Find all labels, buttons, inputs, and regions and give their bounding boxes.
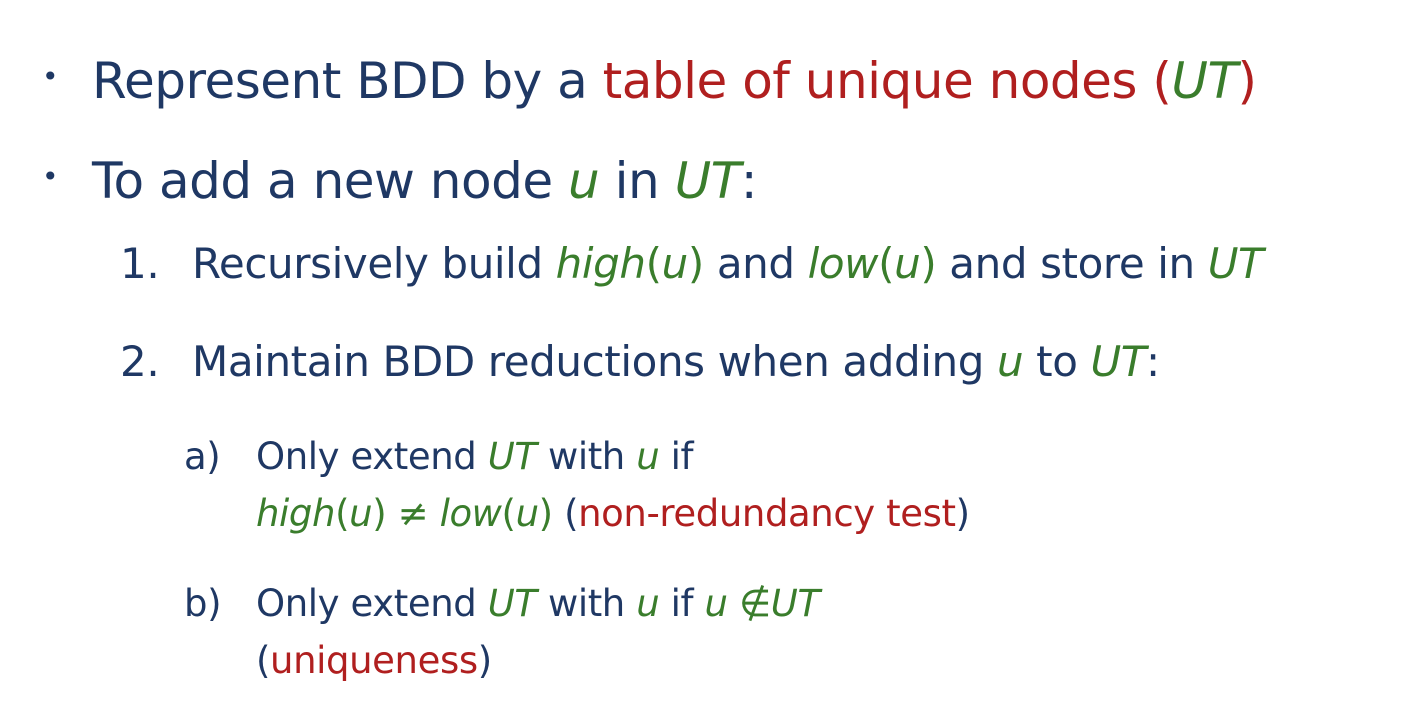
- sub-a-l2-part-5: ≠: [386, 492, 440, 535]
- item-1-part-12: UT: [1207, 239, 1264, 288]
- sub-a-l2-part-9: ): [538, 492, 553, 535]
- item-1-part-8: (: [878, 239, 895, 288]
- sub-a-l2-part-7: (: [501, 492, 516, 535]
- item-2-part-2: u: [996, 337, 1024, 386]
- sub-b-l1-part-3: with: [536, 582, 637, 625]
- sub-a-l1-part-4: u: [636, 435, 660, 478]
- sub-a-l2-part-12: ): [955, 492, 970, 535]
- sub-a-l2-part-11: non-redundancy test: [578, 492, 956, 535]
- sub-a-l1-part-2: UT: [487, 435, 537, 478]
- bullet-1-text: Represent BDD by a table of unique nodes…: [92, 56, 1257, 106]
- sub-b-l1-part-5: if: [659, 582, 705, 625]
- item-2-part-1: Maintain BDD reductions when adding: [192, 337, 997, 386]
- sub-b-line-2: (uniqueness): [256, 642, 492, 679]
- item-2-part-5: :: [1146, 337, 1160, 386]
- sub-b-l1-part-6: u: [704, 582, 728, 625]
- item-1-part-4: u: [661, 239, 689, 288]
- item-1-part-2: high: [555, 239, 646, 288]
- bullet-2-part-b: u: [568, 152, 600, 210]
- bullet-2-part-d: UT: [674, 152, 742, 210]
- bullet-2-text: To add a new node u in UT:: [92, 156, 758, 206]
- sub-a-l2-part-10: (: [552, 492, 579, 535]
- sub-a-line-2: high(u) ≠ low(u) (non-redundancy test): [256, 495, 970, 532]
- sub-b-l2-part-3: ): [477, 639, 492, 682]
- item-2-text: Maintain BDD reductions when adding u to…: [192, 341, 1160, 383]
- sub-a-l2-part-1: high: [256, 492, 336, 535]
- bullet-1-part-a: Represent BDD by a: [92, 52, 603, 110]
- item-1-part-10: ): [920, 239, 937, 288]
- bullet-1-part-c: UT: [1171, 52, 1238, 110]
- item-1-part-1: Recursively build: [192, 239, 556, 288]
- sub-a-l1-part-3: with: [536, 435, 637, 478]
- sub-a-l2-part-2: (: [335, 492, 350, 535]
- bullet-2-part-c: in: [599, 152, 675, 210]
- bullet-2-part-a: To add a new node: [92, 152, 568, 210]
- bullet-1-part-d: ): [1237, 52, 1258, 110]
- bullet-marker-1: •: [42, 60, 59, 93]
- sub-b-label: b): [184, 582, 222, 625]
- item-2-part-3: to: [1023, 337, 1091, 386]
- sub-b-l1-part-7: ∉: [727, 582, 771, 625]
- item-1-part-5: ): [687, 239, 704, 288]
- sub-a-l2-part-6: low: [439, 492, 502, 535]
- item-1-part-6: and: [703, 239, 808, 288]
- item-1-text: Recursively build high(u) and low(u) and…: [192, 243, 1264, 285]
- item-2-part-4: UT: [1090, 337, 1147, 386]
- item-2-number: 2.: [120, 337, 160, 386]
- item-1-number: 1.: [120, 239, 160, 288]
- sub-a-l2-part-3: u: [349, 492, 373, 535]
- sub-a-label: a): [184, 435, 221, 478]
- item-1-part-9: u: [894, 239, 921, 288]
- item-1-part-7: low: [807, 239, 879, 288]
- sub-b-l2-part-2: uniqueness: [270, 639, 478, 682]
- sub-b-l1-part-2: UT: [487, 582, 537, 625]
- sub-b-l1-part-8: UT: [770, 582, 820, 625]
- sub-b-l1-part-4: u: [636, 582, 660, 625]
- item-1-part-3: (: [645, 239, 662, 288]
- sub-a-line-1: Only extend UT with u if: [256, 435, 694, 478]
- sub-a-l2-part-8: u: [515, 492, 539, 535]
- sub-a-l1-part-5: if: [659, 435, 694, 478]
- bullet-marker-2: •: [42, 160, 59, 193]
- sub-a-l1-part-1: Only extend: [256, 435, 488, 478]
- sub-b-l1-part-1: Only extend: [256, 582, 488, 625]
- item-1-part-11: and store in: [936, 239, 1208, 288]
- sub-b-l2-part-1: (: [256, 639, 271, 682]
- sub-a-l2-part-4: ): [372, 492, 387, 535]
- bullet-2-part-e: :: [740, 152, 758, 210]
- bullet-1-part-b: table of unique nodes (: [602, 52, 1172, 110]
- sub-b-line-1: Only extend UT with u if u ∉UT: [256, 585, 820, 622]
